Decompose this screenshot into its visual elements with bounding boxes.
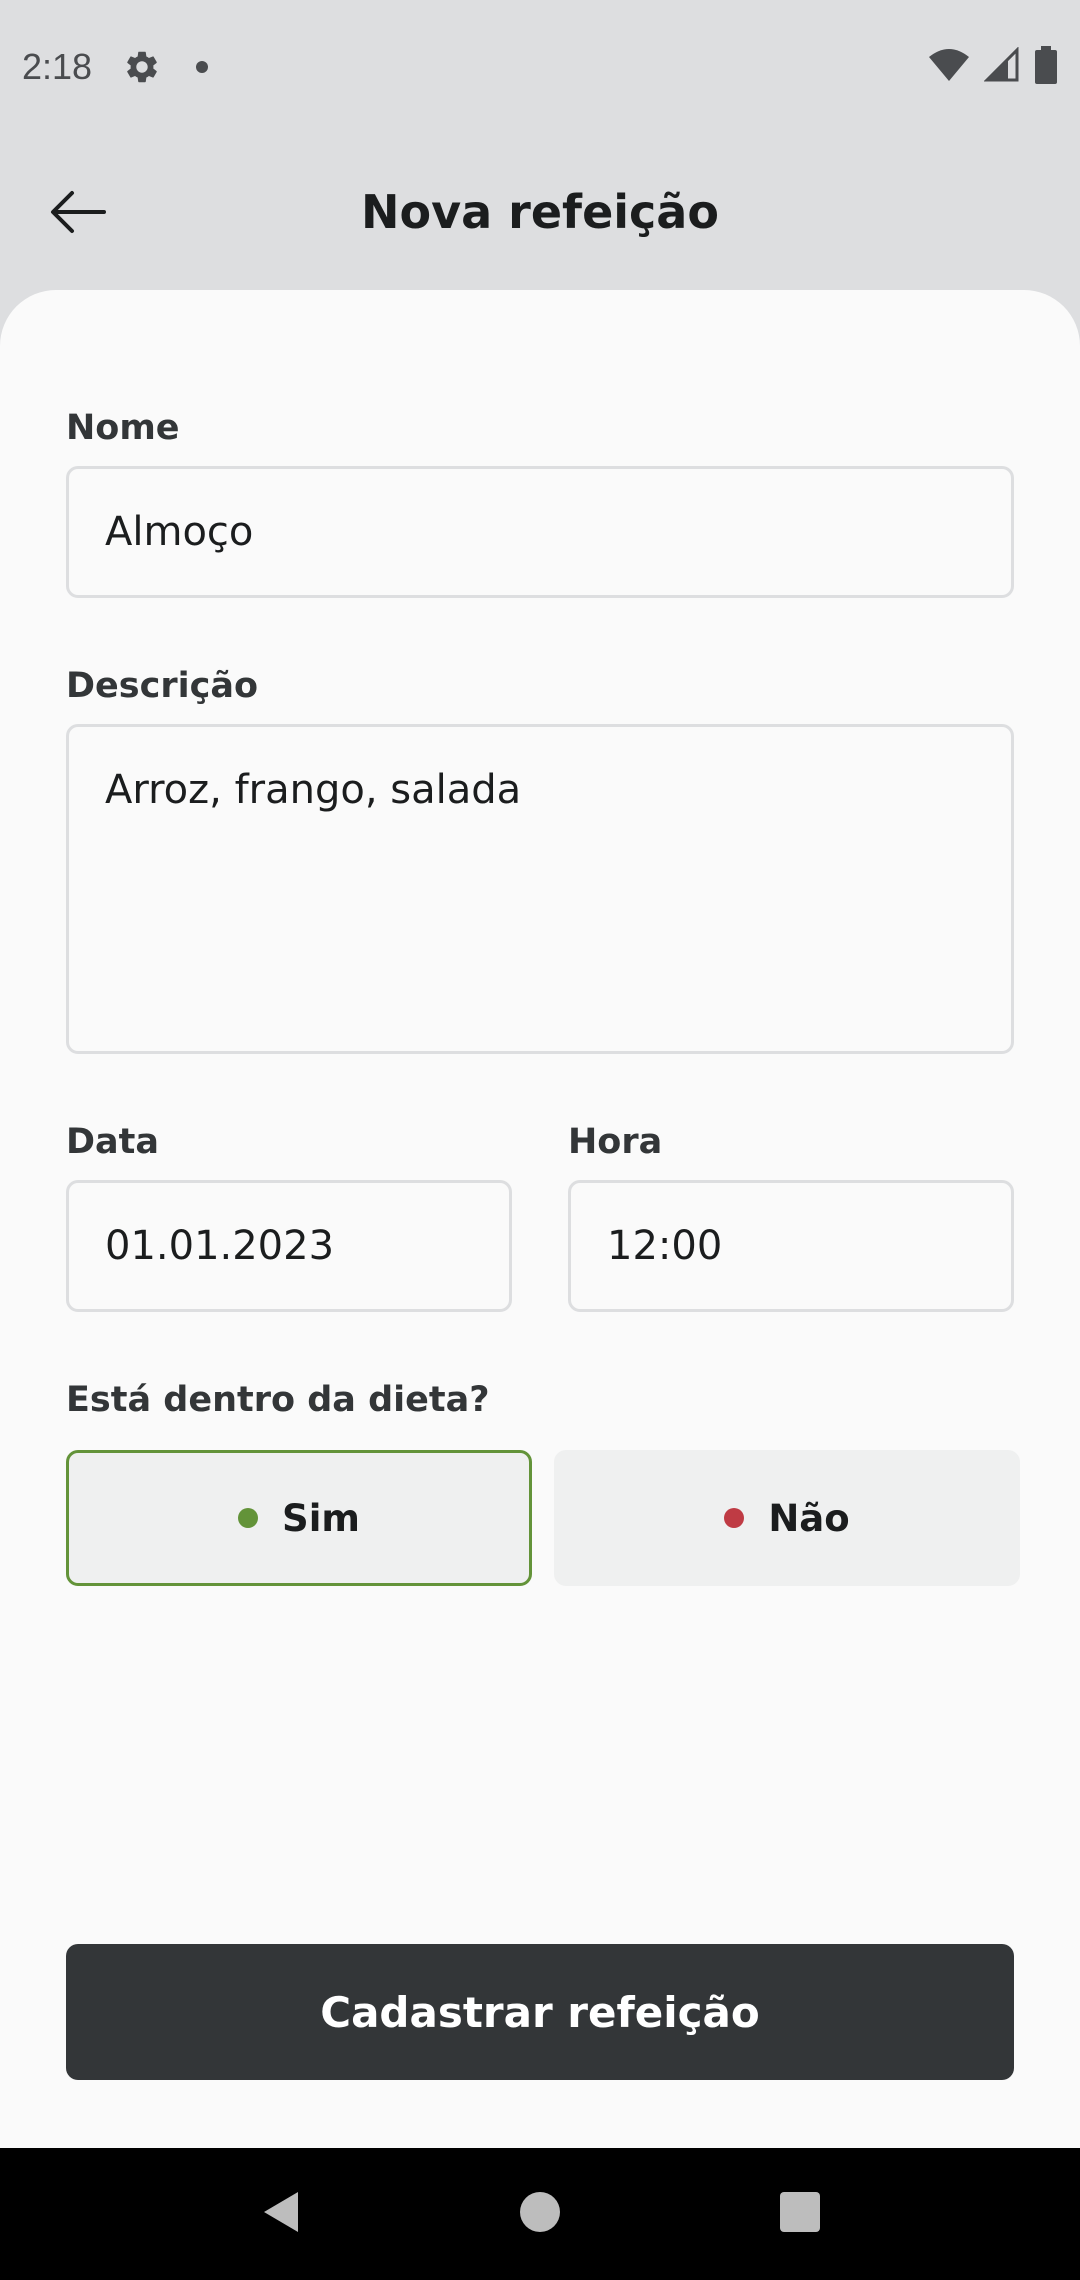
- nav-home-button[interactable]: [500, 2174, 580, 2254]
- date-input-value: 01.01.2023: [105, 1223, 335, 1269]
- submit-button-label: Cadastrar refeição: [320, 1987, 760, 2037]
- nav-back-button[interactable]: [240, 2174, 320, 2254]
- screen: 2:18 Nova refeição Nome Almoço Descrição…: [0, 0, 1080, 2280]
- diet-no-label: Não: [768, 1496, 850, 1540]
- gear-icon: [122, 47, 162, 87]
- name-label: Nome: [66, 408, 180, 448]
- form-card: Nome Almoço Descrição Arroz, frango, sal…: [0, 290, 1080, 2148]
- time-label: Hora: [568, 1122, 663, 1162]
- name-input-value: Almoço: [105, 509, 254, 555]
- nav-recents-icon: [778, 2190, 822, 2238]
- nav-bar: [0, 2148, 1080, 2280]
- submit-button[interactable]: Cadastrar refeição: [66, 1944, 1014, 2080]
- back-button[interactable]: [42, 178, 114, 250]
- arrow-left-icon: [50, 190, 106, 238]
- date-label: Data: [66, 1122, 160, 1162]
- description-textarea[interactable]: Arroz, frango, salada: [66, 724, 1014, 1054]
- diet-yes-button[interactable]: Sim: [66, 1450, 532, 1586]
- status-bar: 2:18: [0, 0, 1080, 134]
- header: Nova refeição: [0, 134, 1080, 290]
- status-time: 2:18: [22, 46, 93, 87]
- description-textarea-value: Arroz, frango, salada: [105, 767, 522, 813]
- diet-yes-label: Sim: [282, 1496, 360, 1540]
- nav-home-icon: [518, 2190, 562, 2238]
- diet-no-button[interactable]: Não: [554, 1450, 1020, 1586]
- wifi-icon: [928, 47, 970, 87]
- nav-recents-button[interactable]: [760, 2174, 840, 2254]
- nav-back-icon: [258, 2188, 302, 2240]
- page-title: Nova refeição: [361, 185, 719, 239]
- battery-icon: [1034, 46, 1058, 88]
- red-dot-icon: [724, 1508, 745, 1528]
- time-input[interactable]: 12:00: [568, 1180, 1014, 1312]
- name-input[interactable]: Almoço: [66, 466, 1014, 598]
- description-label: Descrição: [66, 666, 259, 706]
- cell-signal-icon: [983, 46, 1020, 87]
- date-input[interactable]: 01.01.2023: [66, 1180, 512, 1312]
- diet-question-label: Está dentro da dieta?: [66, 1380, 490, 1420]
- time-input-value: 12:00: [607, 1223, 723, 1269]
- green-dot-icon: [238, 1508, 259, 1528]
- notification-dot-icon: [196, 61, 209, 73]
- status-icons: [928, 46, 1058, 88]
